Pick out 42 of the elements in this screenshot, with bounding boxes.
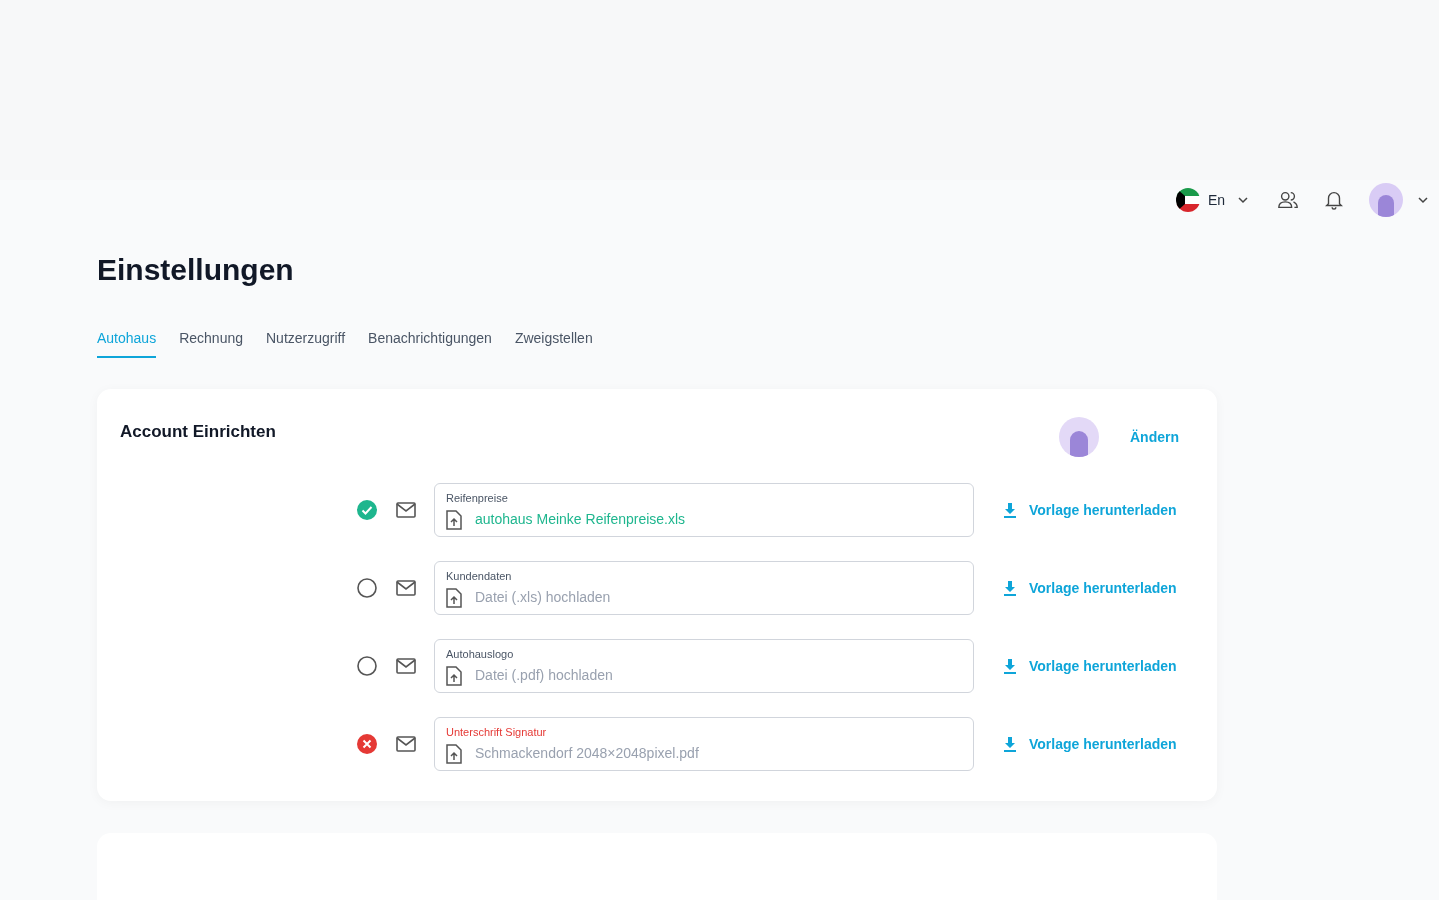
bell-icon[interactable] [1323,189,1345,211]
download-icon [1003,736,1017,752]
avatar[interactable] [1369,183,1403,217]
file-upload-icon [446,587,462,608]
chevron-down-icon[interactable] [1417,194,1429,206]
empty-circle-icon [357,578,377,598]
download-icon [1003,580,1017,596]
card-title: Account Einrichten [120,421,276,443]
empty-circle-icon [357,656,377,676]
placeholder-text: Datei (.pdf) hochladen [475,666,613,685]
file-upload-icon [446,743,462,764]
tab[interactable]: Zweigstellen [514,328,593,358]
tab[interactable]: Rechnung [179,328,243,358]
field-label: Kundendaten [446,569,513,583]
error-circle-icon [357,734,377,754]
kuwait-flag-icon[interactable] [1175,188,1200,212]
file-name: Schmackendorf 2048×2048pixel.pdf [475,744,699,763]
tab[interactable]: Benachrichtigungen [368,328,492,358]
mail-icon[interactable] [396,658,416,674]
field-label: Unterschrift Signatur [446,725,548,739]
mail-icon[interactable] [396,502,416,518]
language-label[interactable]: En [1207,189,1225,211]
download-icon [1003,502,1017,518]
check-circle-icon [357,500,377,520]
field-label: Reifenpreise [446,491,509,505]
file-name: autohaus Meinke Reifenpreise.xls [475,510,686,529]
page-title: Einstellungen [97,252,295,288]
placeholder-text: Datei (.xls) hochladen [475,588,611,607]
file-upload-field[interactable]: Kundendaten Datei (.xls) hochladen [434,561,974,615]
file-upload-icon [446,665,462,686]
file-upload-field[interactable]: Reifenpreise autohaus Meinke Reifenpreise.xls [434,483,974,537]
field-label: Autohauslogo [446,647,515,661]
chevron-down-icon[interactable] [1237,194,1249,206]
file-upload-field[interactable]: Autohauslogo Datei (.pdf) hochladen [434,639,974,693]
users-icon[interactable] [1277,189,1299,211]
mail-icon[interactable] [396,580,416,596]
file-upload-icon [446,509,462,530]
tab[interactable]: Nutzerzugriff [266,328,346,358]
download-icon [1003,658,1017,674]
mail-icon[interactable] [396,736,416,752]
avatar [1059,417,1099,457]
file-upload-field[interactable]: Unterschrift Signatur Schmackendorf 2048×2048pixel.pdf [434,717,974,771]
